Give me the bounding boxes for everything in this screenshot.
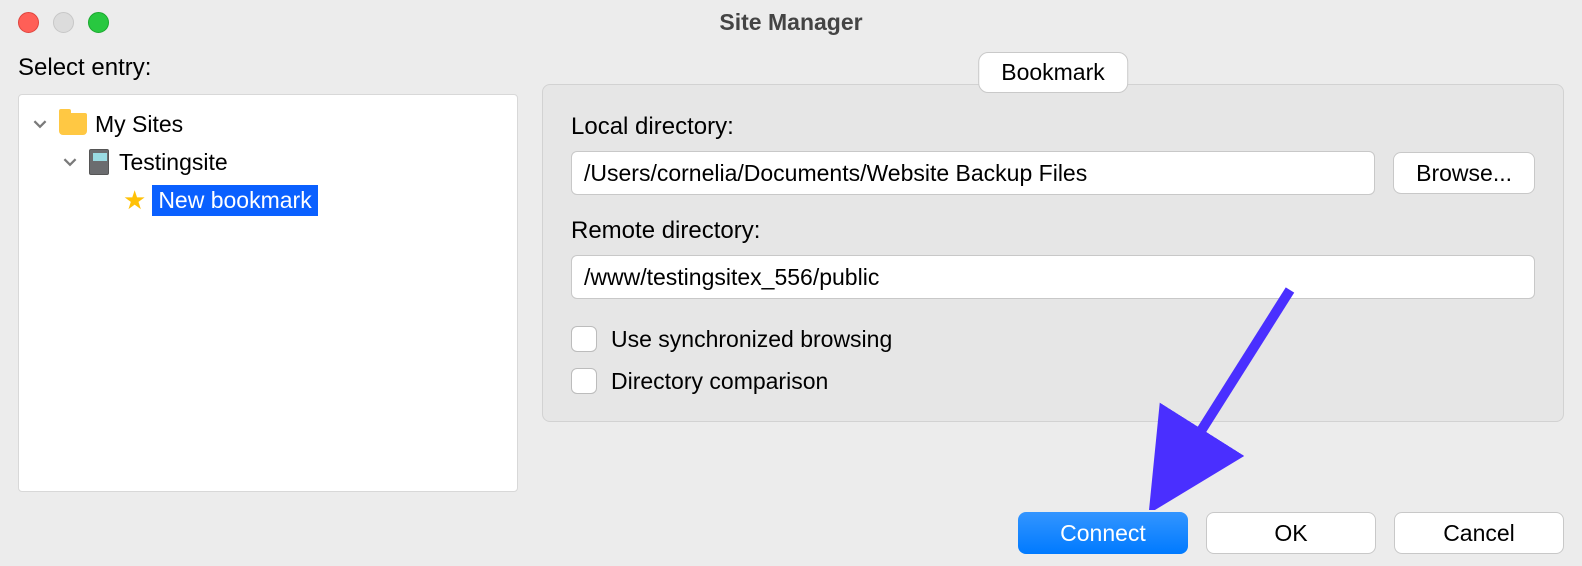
server-icon bbox=[89, 149, 109, 175]
remote-directory-label: Remote directory: bbox=[571, 217, 1535, 245]
chevron-down-icon[interactable] bbox=[31, 115, 49, 133]
details-pane: Bookmark Local directory: Browse... Remo… bbox=[542, 44, 1564, 492]
star-icon: ★ bbox=[123, 187, 146, 213]
directory-comparison-label: Directory comparison bbox=[611, 368, 828, 395]
tree-item-label: My Sites bbox=[95, 111, 183, 138]
minimize-window-button[interactable] bbox=[53, 12, 74, 33]
dialog-footer: Connect OK Cancel bbox=[1018, 512, 1564, 554]
tree-item-label: Testingsite bbox=[119, 149, 228, 176]
browse-button[interactable]: Browse... bbox=[1393, 152, 1535, 194]
folder-icon bbox=[59, 113, 87, 135]
directory-comparison-row[interactable]: Directory comparison bbox=[571, 363, 1535, 399]
site-tree[interactable]: My Sites Testingsite ★ New bookmark bbox=[18, 94, 518, 492]
sidebar: Select entry: My Sites Testingsite ★ New… bbox=[18, 44, 518, 492]
tab-bookmark[interactable]: Bookmark bbox=[978, 52, 1128, 93]
content: Select entry: My Sites Testingsite ★ New… bbox=[0, 44, 1582, 504]
chevron-down-icon[interactable] bbox=[61, 153, 79, 171]
tree-item-testingsite[interactable]: Testingsite bbox=[31, 143, 505, 181]
synchronized-browsing-row[interactable]: Use synchronized browsing bbox=[571, 321, 1535, 357]
bookmark-panel: Local directory: Browse... Remote direct… bbox=[542, 84, 1564, 422]
tree-item-label-selected: New bookmark bbox=[152, 185, 317, 216]
cancel-button[interactable]: Cancel bbox=[1394, 512, 1564, 554]
close-window-button[interactable] bbox=[18, 12, 39, 33]
window-title: Site Manager bbox=[719, 9, 862, 36]
window-controls bbox=[18, 12, 109, 33]
checkbox-icon[interactable] bbox=[571, 326, 597, 352]
ok-button[interactable]: OK bbox=[1206, 512, 1376, 554]
synchronized-browsing-label: Use synchronized browsing bbox=[611, 326, 892, 353]
local-directory-label: Local directory: bbox=[571, 113, 1535, 141]
titlebar: Site Manager bbox=[0, 0, 1582, 44]
tree-item-my-sites[interactable]: My Sites bbox=[31, 105, 505, 143]
connect-button[interactable]: Connect bbox=[1018, 512, 1188, 554]
remote-directory-input[interactable] bbox=[571, 255, 1535, 299]
select-entry-label: Select entry: bbox=[18, 54, 518, 82]
local-directory-input[interactable] bbox=[571, 151, 1375, 195]
checkbox-icon[interactable] bbox=[571, 368, 597, 394]
zoom-window-button[interactable] bbox=[88, 12, 109, 33]
tree-item-new-bookmark[interactable]: ★ New bookmark bbox=[31, 181, 505, 219]
